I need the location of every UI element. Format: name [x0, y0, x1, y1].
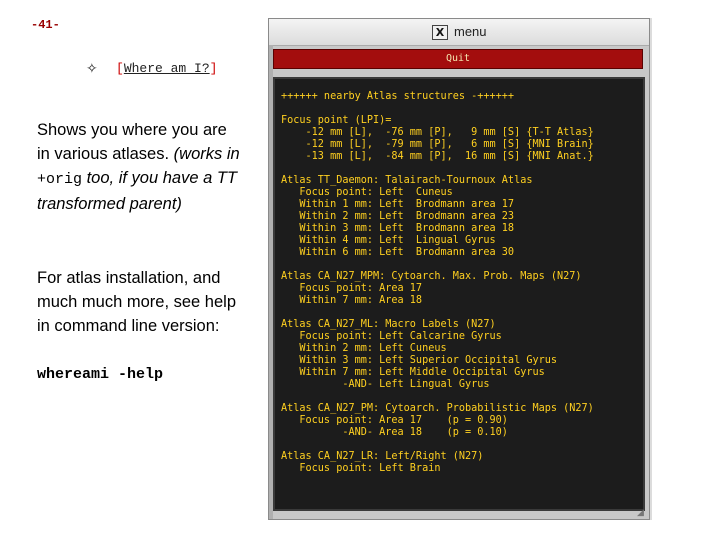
description: Shows you where you are in various atlas…	[37, 118, 242, 216]
x-window-icon: X	[432, 25, 448, 40]
help-command: whereami -help	[37, 366, 164, 383]
resize-grip-icon[interactable]: ◢	[637, 507, 647, 517]
page-number: -41-	[31, 18, 60, 32]
terminal-text: ++++++ nearby Atlas structures -++++++ F…	[281, 91, 594, 474]
where-am-i-label: Where am I?	[123, 60, 210, 76]
bullet-row: ✧ [Where am I?]	[86, 59, 217, 77]
window-shadow	[650, 18, 652, 520]
bracket-open: [	[116, 60, 124, 76]
window-title: menu	[454, 24, 487, 39]
description-paren-open: (works in	[173, 145, 240, 163]
terminal-output: ++++++ nearby Atlas structures -++++++ F…	[273, 77, 645, 511]
orig-mono-word: +orig	[37, 171, 83, 188]
sparkle-bullet-icon: ✧	[86, 59, 98, 76]
where-am-i-button[interactable]: [Where am I?]	[116, 61, 217, 76]
bracket-close: ]	[209, 60, 218, 76]
description-install: For atlas installation, and much much mo…	[37, 269, 237, 335]
quit-button[interactable]: Quit	[273, 49, 643, 69]
window-titlebar[interactable]: X menu	[269, 19, 649, 46]
menu-window: X menu Quit ++++++ nearby Atlas structur…	[268, 18, 650, 520]
